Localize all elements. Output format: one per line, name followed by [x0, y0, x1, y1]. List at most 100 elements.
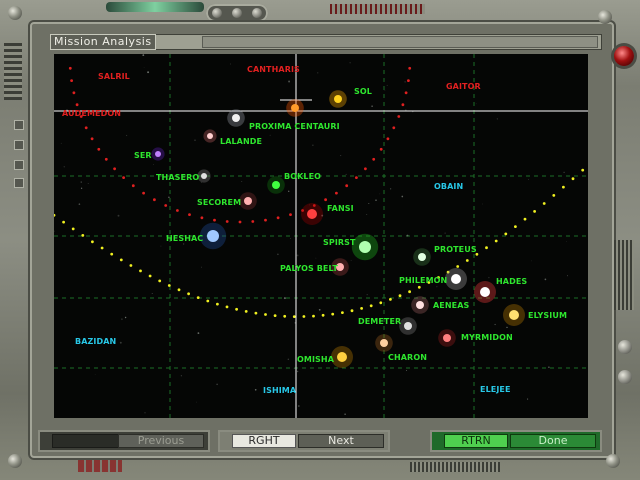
star-label[interactable]: OMISHA — [297, 355, 334, 364]
star-label[interactable]: PROTEUS — [434, 245, 477, 254]
range-arc-dot — [142, 191, 145, 195]
range-arc-dot — [72, 91, 76, 95]
star-label[interactable]: PALYOS BELT — [280, 264, 338, 273]
range-arc-dot — [456, 265, 460, 268]
range-arc-dot — [153, 198, 156, 202]
background-star — [117, 214, 120, 217]
title-bar: Mission Analysis — [50, 34, 602, 50]
rght-button[interactable]: RGHT — [232, 434, 296, 448]
background-star — [143, 67, 145, 68]
background-star — [506, 326, 508, 329]
background-star — [94, 374, 96, 376]
red-indicator-light — [614, 46, 634, 66]
background-star — [78, 203, 81, 205]
background-star — [121, 318, 123, 321]
range-arc-dot — [408, 66, 412, 70]
background-star — [288, 190, 290, 192]
background-star — [124, 316, 127, 319]
side-tab — [14, 160, 24, 170]
range-arc-dot — [200, 216, 204, 220]
star-label[interactable]: SALRIL — [98, 72, 130, 81]
range-arc-dot — [97, 147, 101, 151]
range-arc-dot — [523, 217, 527, 221]
star-label[interactable]: MYRMIDON — [461, 333, 513, 342]
next-button[interactable]: Next — [298, 434, 384, 448]
star-myrmidon — [443, 334, 451, 342]
range-arc-dot — [562, 185, 565, 189]
star-proteus — [418, 253, 426, 261]
star-label[interactable]: ELYSIUM — [528, 311, 567, 320]
range-arc-dot — [167, 284, 171, 287]
range-arc-dot — [571, 177, 575, 181]
star-map[interactable]: SALRIL CANTHARIS SOL GAITOR AUDEMEDON PROXIMA… — [54, 54, 588, 418]
rivet-icon — [8, 454, 22, 468]
range-arc-dot — [188, 213, 191, 217]
range-arc-dot — [389, 298, 392, 301]
range-arc-dot — [552, 194, 556, 197]
range-arc-dot — [360, 307, 363, 310]
range-arc-dot — [100, 246, 104, 250]
star-label[interactable]: SECOREM — [197, 198, 241, 207]
background-star — [315, 257, 317, 259]
star-label[interactable]: LALANDE — [220, 137, 262, 146]
range-arc-dot — [364, 167, 367, 171]
star-label[interactable]: PHILEMON — [399, 276, 447, 285]
range-arc-dot — [131, 184, 135, 188]
background-star — [290, 237, 292, 239]
top-accent-strip — [106, 2, 204, 12]
background-star — [297, 405, 300, 407]
star-label[interactable]: CANTHARIS — [247, 65, 300, 74]
background-star — [390, 188, 392, 190]
star-label[interactable]: BAZIDAN — [75, 337, 116, 346]
range-arc-dot — [345, 184, 349, 188]
star-label[interactable]: CHARON — [388, 353, 427, 362]
range-arc-dot — [264, 218, 267, 222]
star-label[interactable]: FANSI — [327, 204, 354, 213]
done-button[interactable]: Done — [510, 434, 596, 448]
range-arc-dot — [176, 209, 179, 212]
star-label[interactable]: AENEAS — [433, 301, 469, 310]
left-vent — [4, 40, 22, 100]
background-star — [216, 383, 218, 386]
range-arc-dot — [350, 309, 354, 313]
star-label[interactable]: ISHIMA — [263, 386, 296, 395]
star-label[interactable]: SPIRST — [323, 238, 356, 247]
star-label[interactable]: HADES — [496, 277, 527, 286]
background-star — [119, 341, 122, 344]
star-label[interactable]: OBAIN — [434, 182, 463, 191]
background-star — [350, 260, 352, 261]
background-star — [386, 84, 388, 86]
emblem-dot-icon — [212, 8, 222, 18]
star-label[interactable]: PROXIMA CENTAURI — [249, 122, 340, 131]
side-tab — [14, 140, 24, 150]
previous-button[interactable]: Previous — [118, 434, 204, 448]
rtrn-button[interactable]: RTRN — [444, 434, 508, 448]
background-star — [147, 71, 150, 74]
star-label[interactable]: BOKLEO — [284, 172, 321, 181]
star-label[interactable]: ELEJEE — [480, 385, 511, 394]
star-label[interactable]: DEMETER — [358, 317, 401, 326]
background-star — [287, 358, 289, 360]
background-star — [153, 164, 154, 166]
background-star — [563, 171, 565, 173]
background-star — [293, 367, 295, 370]
star-label[interactable]: GAITOR — [446, 82, 481, 91]
background-star — [436, 286, 438, 288]
background-star — [345, 173, 347, 175]
background-star — [494, 323, 496, 326]
star-label[interactable]: AUDEMEDON — [62, 109, 121, 118]
side-knob — [618, 340, 632, 354]
range-arc-dot — [216, 302, 219, 306]
star-label[interactable]: SOL — [354, 87, 372, 96]
range-arc-dot — [113, 167, 116, 171]
background-star — [160, 245, 162, 247]
range-arc-dot — [235, 307, 239, 311]
star-label[interactable]: SER — [134, 151, 152, 160]
background-star — [366, 293, 368, 296]
side-tab — [14, 178, 24, 188]
background-star — [196, 401, 197, 403]
rivet-icon — [8, 6, 22, 20]
range-arc-dot — [283, 314, 287, 318]
star-label[interactable]: HESHAC — [166, 234, 203, 243]
star-label[interactable]: THASERO — [156, 173, 199, 182]
